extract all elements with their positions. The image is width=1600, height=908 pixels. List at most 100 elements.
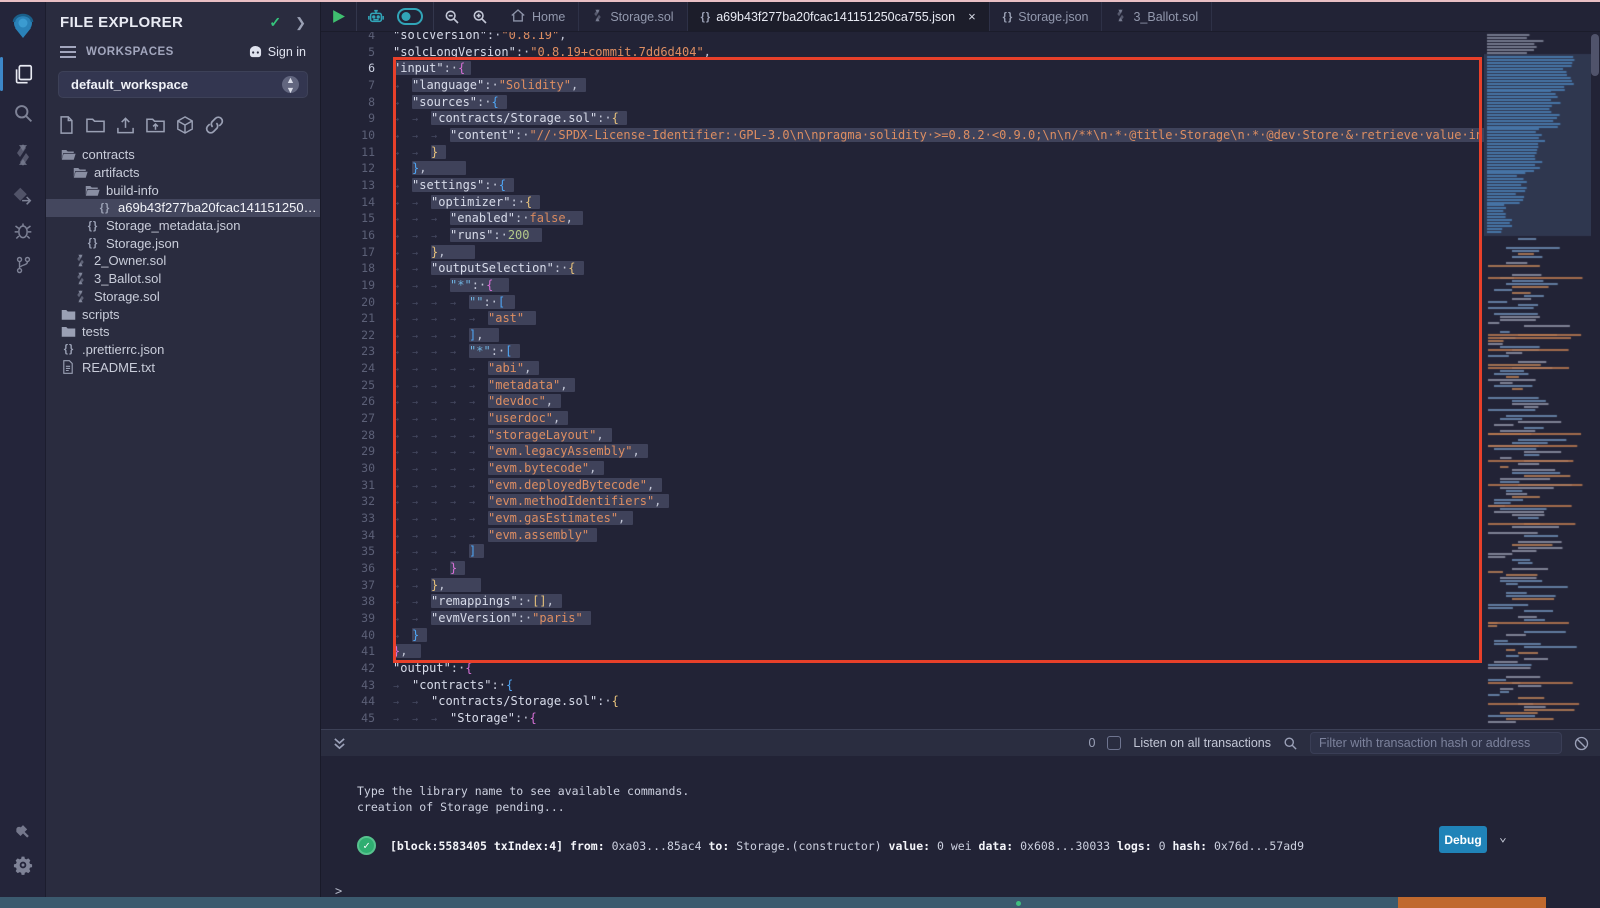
- code-line-12[interactable]: 12→},: [321, 160, 1484, 177]
- code-line-23[interactable]: 23→→→→"*":·[: [321, 343, 1484, 360]
- code-line-11[interactable]: 11→→}: [321, 144, 1484, 161]
- code-line-24[interactable]: 24→→→→→"abi",: [321, 360, 1484, 377]
- collapse-terminal-icon[interactable]: [333, 737, 346, 750]
- code-line-21[interactable]: 21→→→→→"ast": [321, 310, 1484, 327]
- line-number[interactable]: 13: [321, 177, 375, 194]
- scrollbar-thumb[interactable]: [1591, 34, 1599, 76]
- deploy-run-icon[interactable]: [0, 184, 46, 210]
- line-number[interactable]: 29: [321, 443, 375, 460]
- code-line-44[interactable]: 44→→"contracts/Storage.sol":·{: [321, 693, 1484, 710]
- line-number[interactable]: 35: [321, 543, 375, 560]
- code-line-43[interactable]: 43→"contracts":·{: [321, 677, 1484, 694]
- new-folder-icon[interactable]: [86, 116, 105, 134]
- line-number[interactable]: 34: [321, 527, 375, 544]
- line-number[interactable]: 22: [321, 327, 375, 344]
- tab-storage-sol[interactable]: Storage.sol: [579, 2, 687, 31]
- code-line-42[interactable]: 42"output":·{: [321, 660, 1484, 677]
- tree-item-build-info[interactable]: build-info: [46, 181, 320, 199]
- line-number[interactable]: 10: [321, 127, 375, 144]
- debugger-icon[interactable]: [0, 218, 46, 244]
- line-number[interactable]: 38: [321, 593, 375, 610]
- upload-file-icon[interactable]: [116, 116, 135, 134]
- tree-item-scripts[interactable]: scripts: [46, 305, 320, 323]
- copilot-toggle-icon[interactable]: [397, 8, 423, 25]
- code-line-20[interactable]: 20→→→→"":·[: [321, 294, 1484, 311]
- code-line-17[interactable]: 17→→},: [321, 244, 1484, 261]
- code-line-32[interactable]: 32→→→→→"evm.methodIdentifiers",: [321, 493, 1484, 510]
- line-number[interactable]: 31: [321, 477, 375, 494]
- line-number[interactable]: 36: [321, 560, 375, 577]
- tree-item--prettierrc-json[interactable]: { }.prettierrc.json: [46, 341, 320, 359]
- code-line-9[interactable]: 9→→"contracts/Storage.sol":·{: [321, 110, 1484, 127]
- zoom-out-icon[interactable]: [444, 9, 460, 25]
- status-orange-badge[interactable]: [1398, 897, 1546, 908]
- ai-robot-icon[interactable]: [367, 8, 385, 25]
- code-line-45[interactable]: 45→→→"Storage":·{: [321, 710, 1484, 727]
- line-number[interactable]: 25: [321, 377, 375, 394]
- line-number[interactable]: 28: [321, 427, 375, 444]
- code-line-10[interactable]: 10→→→"content":·"//·SPDX-License-Identif…: [321, 127, 1484, 144]
- tree-item-storage-metadata-json[interactable]: { }Storage_metadata.json: [46, 217, 320, 235]
- close-tab-icon[interactable]: ×: [968, 9, 976, 24]
- code-line-26[interactable]: 26→→→→→"devdoc",: [321, 393, 1484, 410]
- line-number[interactable]: 16: [321, 227, 375, 244]
- link-icon[interactable]: [205, 116, 224, 134]
- terminal-search-icon[interactable]: [1283, 736, 1298, 751]
- terminal-prompt[interactable]: >: [335, 884, 342, 898]
- hamburger-menu-icon[interactable]: [60, 45, 76, 59]
- line-number[interactable]: 18: [321, 260, 375, 277]
- tree-item-storage-sol[interactable]: Storage.sol: [46, 288, 320, 306]
- workspace-select[interactable]: default_workspace ▲▼: [58, 71, 308, 98]
- line-number[interactable]: 32: [321, 493, 375, 510]
- line-number[interactable]: 5: [321, 44, 375, 61]
- line-number[interactable]: 23: [321, 343, 375, 360]
- code-line-25[interactable]: 25→→→→→"metadata",: [321, 377, 1484, 394]
- line-number[interactable]: 15: [321, 210, 375, 227]
- debug-button[interactable]: Debug: [1439, 826, 1487, 853]
- line-number[interactable]: 41: [321, 643, 375, 660]
- code-line-40[interactable]: 40→}: [321, 627, 1484, 644]
- line-number[interactable]: 37: [321, 577, 375, 594]
- zoom-in-icon[interactable]: [472, 9, 488, 25]
- line-number[interactable]: 12: [321, 160, 375, 177]
- tx-expand-chevron-icon[interactable]: ⌄: [1499, 830, 1507, 845]
- line-number[interactable]: 43: [321, 677, 375, 694]
- code-line-22[interactable]: 22→→→→],: [321, 327, 1484, 344]
- search-icon[interactable]: [0, 100, 46, 126]
- code-line-39[interactable]: 39→→"evmVersion":·"paris": [321, 610, 1484, 627]
- line-number[interactable]: 20: [321, 294, 375, 311]
- workspace-stepper-icon[interactable]: ▲▼: [282, 76, 299, 93]
- code-line-35[interactable]: 35→→→→]: [321, 543, 1484, 560]
- line-number[interactable]: 17: [321, 244, 375, 261]
- code-line-14[interactable]: 14→→"optimizer":·{: [321, 194, 1484, 211]
- line-number[interactable]: 27: [321, 410, 375, 427]
- transaction-log-row[interactable]: ✓ [block:5583405 txIndex:4] from: 0xa03.…: [357, 836, 1304, 855]
- line-number[interactable]: 44: [321, 693, 375, 710]
- tab-a69b43f277ba20fcac141151250ca755-json[interactable]: { }a69b43f277ba20fcac141151250ca755.json…: [688, 2, 990, 31]
- line-number[interactable]: 24: [321, 360, 375, 377]
- tab-home[interactable]: Home: [498, 2, 579, 31]
- upload-folder-icon[interactable]: [146, 116, 165, 134]
- clear-console-icon[interactable]: [1574, 736, 1589, 751]
- git-icon[interactable]: [0, 252, 46, 278]
- code-line-29[interactable]: 29→→→→→"evm.legacyAssembly",: [321, 443, 1484, 460]
- code-line-4[interactable]: 4"solcVersion":·"0.8.19",: [321, 32, 1484, 44]
- listen-checkbox[interactable]: [1107, 736, 1121, 750]
- code-line-41[interactable]: 41},: [321, 643, 1484, 660]
- tree-item-tests[interactable]: tests: [46, 323, 320, 341]
- line-number[interactable]: 11: [321, 144, 375, 161]
- tree-item-a69b43f277ba20fcac141151250ca7-[interactable]: { }a69b43f277ba20fcac141151250ca7...: [46, 199, 320, 217]
- code-line-38[interactable]: 38→→"remappings":·[],: [321, 593, 1484, 610]
- line-number[interactable]: 6: [321, 60, 375, 77]
- tree-item-contracts[interactable]: contracts: [46, 146, 320, 164]
- code-line-15[interactable]: 15→→→"enabled":·false,: [321, 210, 1484, 227]
- line-number[interactable]: 8: [321, 94, 375, 111]
- code-line-27[interactable]: 27→→→→→"userdoc",: [321, 410, 1484, 427]
- line-number[interactable]: 33: [321, 510, 375, 527]
- transaction-filter-input[interactable]: [1310, 732, 1562, 754]
- tab-storage-json[interactable]: { }Storage.json: [990, 2, 1103, 31]
- code-line-5[interactable]: 5"solcLongVersion":·"0.8.19+commit.7dd6d…: [321, 44, 1484, 61]
- code-line-30[interactable]: 30→→→→→"evm.bytecode",: [321, 460, 1484, 477]
- code-line-18[interactable]: 18→→"outputSelection":·{: [321, 260, 1484, 277]
- code-line-6[interactable]: 6"input":·{: [321, 60, 1484, 77]
